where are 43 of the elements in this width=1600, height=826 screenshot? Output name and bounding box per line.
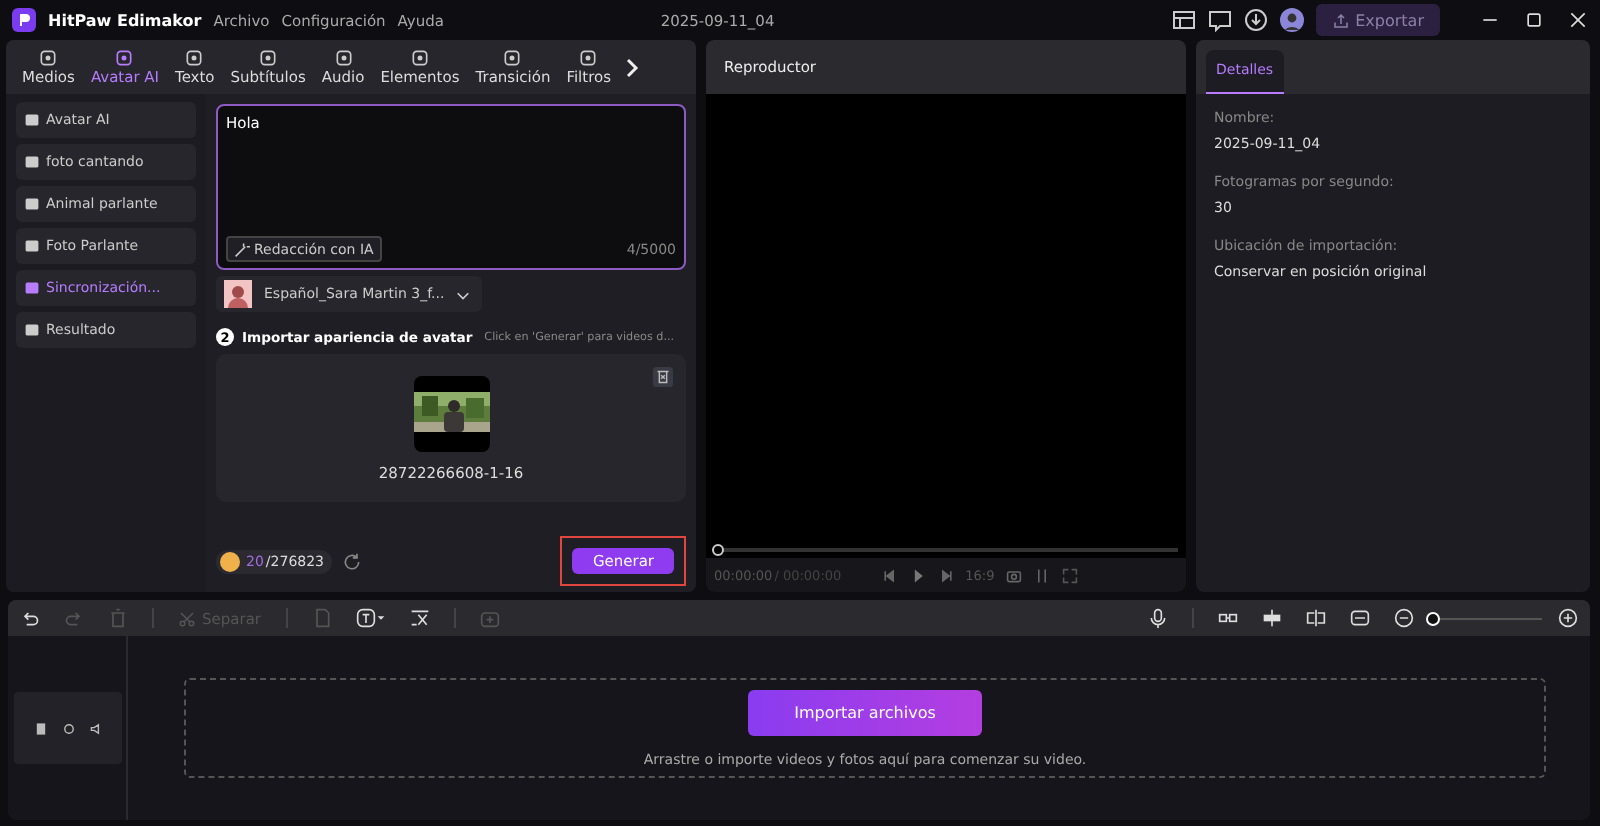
speaker-icon[interactable] [89,721,103,735]
square-icon [24,196,40,212]
square-icon [24,280,40,296]
eye-icon[interactable] [61,721,75,735]
square-icon [24,154,40,170]
avatar-icon[interactable] [1279,8,1304,32]
fit-width-icon[interactable] [1350,608,1370,628]
layout-icon[interactable] [1171,8,1196,32]
square-icon [24,238,40,254]
refresh-icon[interactable] [342,551,363,571]
download-icon[interactable] [1243,8,1268,32]
voice-avatar-icon [224,280,252,308]
chevron-right-icon[interactable] [623,55,639,79]
bracket-icon[interactable] [1306,608,1326,628]
zoom-in-icon[interactable] [1558,608,1578,628]
wand-icon [234,241,250,257]
export-button[interactable]: Exportar [1315,4,1440,36]
app-name: HitPaw Edimakor [48,11,202,29]
link-icon[interactable] [1218,608,1238,628]
square-icon [24,322,40,338]
upload-icon [1331,11,1350,29]
scissors-icon [178,609,196,627]
text-box-icon[interactable] [355,608,385,628]
camera-icon[interactable] [1006,567,1023,583]
film-icon[interactable] [33,721,47,735]
square-icon [24,112,40,128]
zoom-out-icon[interactable] [1394,608,1414,628]
chat-icon[interactable] [1207,8,1232,32]
coin-icon [220,551,240,571]
maximize-icon[interactable] [1524,10,1544,30]
trash-icon[interactable] [652,366,674,388]
step-back-icon[interactable] [881,567,898,583]
close-icon[interactable] [1568,10,1588,30]
app-logo-icon [12,8,36,32]
caret-icon [456,287,471,301]
undo-icon[interactable] [20,608,40,628]
import-files-button[interactable]: Importar archivos [748,689,982,735]
step-forward-icon[interactable] [937,567,954,583]
bars-icon[interactable] [1034,567,1051,583]
microphone-icon[interactable] [1148,608,1168,628]
split-clip-icon[interactable] [1262,608,1282,628]
play-icon[interactable] [909,567,926,583]
fullscreen-icon[interactable] [1062,567,1079,583]
